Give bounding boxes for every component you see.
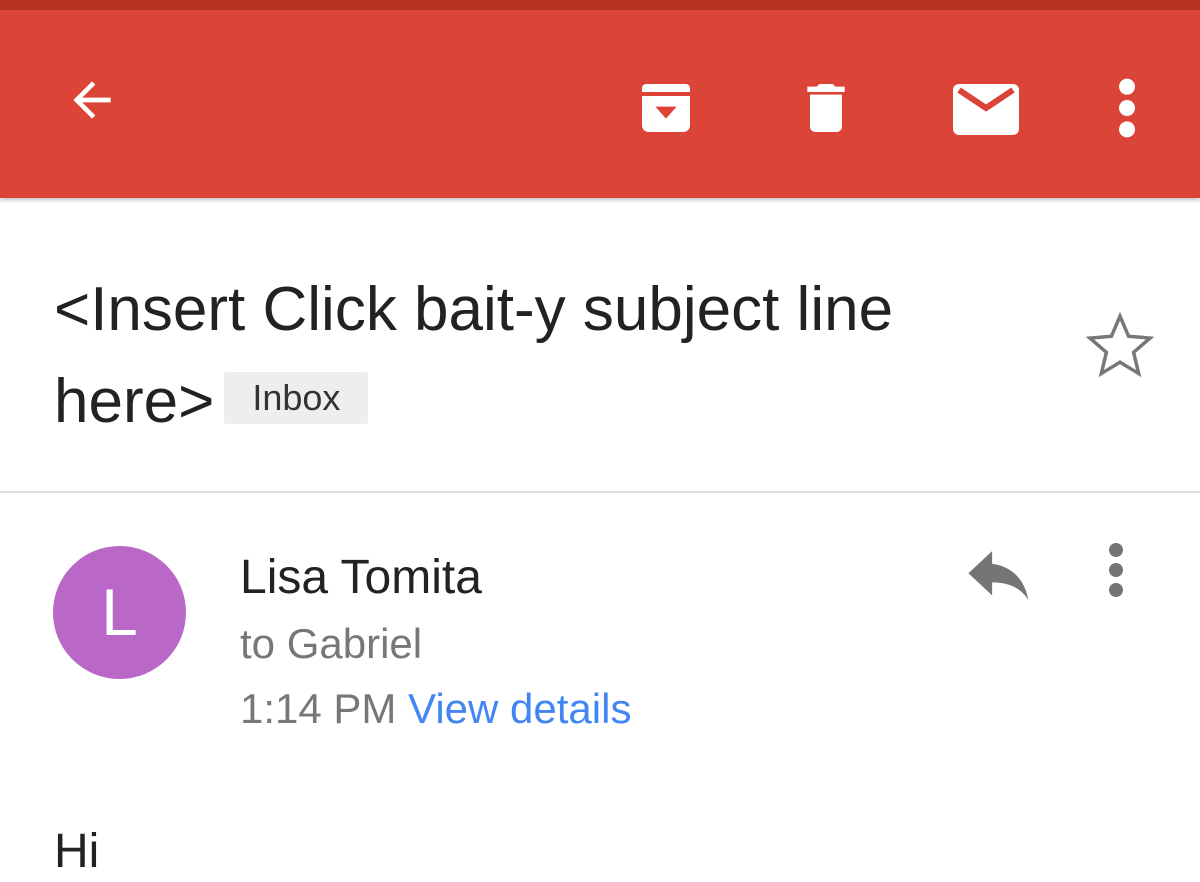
star-outline-icon [1085,311,1155,378]
status-bar-strip [0,0,1200,10]
archive-button[interactable] [626,68,706,148]
message-meta: 1:14 PM View details [240,681,631,737]
email-subject: <Insert Click bait-y subject line here> I… [54,264,1014,448]
delete-button[interactable] [786,68,866,148]
reply-button[interactable] [962,548,1038,608]
trash-icon [807,84,845,132]
back-button[interactable] [52,60,132,140]
star-button[interactable] [1082,308,1158,384]
more-options-button[interactable] [1100,68,1154,148]
message-more-button[interactable] [1106,540,1160,608]
mail-icon [953,84,1019,135]
mark-unread-button[interactable] [946,68,1026,148]
recipient-line: to Gabriel [240,620,423,667]
message-time: 1:14 PM [240,685,397,732]
archive-icon [642,84,690,132]
header-divider [0,491,1200,493]
arrow-back-icon [73,81,111,119]
more-vert-icon [1119,78,1135,138]
message-body: Hi [54,825,100,878]
label-chip-inbox[interactable]: Inbox [224,372,369,424]
view-details-link[interactable]: View details [408,685,631,732]
app-toolbar [0,10,1200,198]
subject-header: <Insert Click bait-y subject line here> I… [0,198,1200,492]
sender-avatar[interactable]: L [53,546,186,679]
subject-text: <Insert Click bait-y subject line here> [54,275,894,436]
sender-name: Lisa Tomita [240,551,482,604]
reply-icon [968,551,1029,601]
more-vert-icon [1109,543,1123,597]
